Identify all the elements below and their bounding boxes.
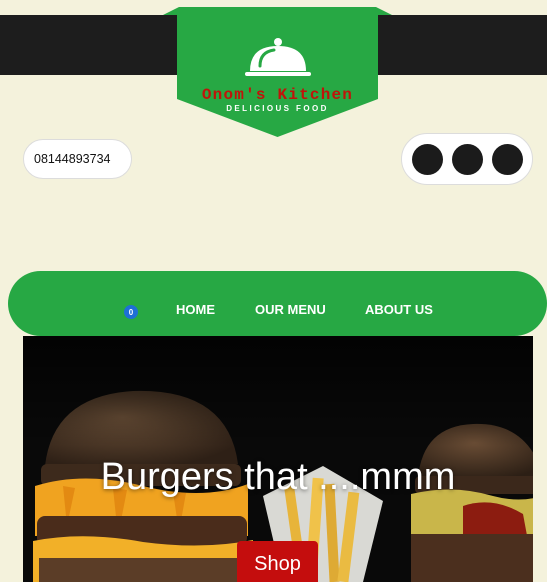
cloche-icon (245, 38, 311, 76)
brand-tagline: DELICIOUS FOOD (226, 104, 329, 113)
brand-logo[interactable]: Onom's Kitchen DELICIOUS FOOD (163, 7, 392, 137)
social-icon-2[interactable] (452, 144, 483, 175)
nav-about-us[interactable]: ABOUT US (365, 302, 433, 317)
cart-count-badge[interactable]: 0 (124, 305, 138, 319)
nav-our-menu[interactable]: OUR MENU (255, 302, 326, 317)
phone-number[interactable]: 08144893734 (23, 139, 132, 179)
nav-home[interactable]: HOME (176, 302, 215, 317)
brand-name: Onom's Kitchen (201, 86, 354, 104)
hero-banner: Burgers that ....mmm Shop (23, 336, 533, 582)
social-icon-1[interactable] (412, 144, 443, 175)
social-links (401, 133, 533, 185)
phone-text: 08144893734 (34, 152, 111, 166)
shop-button[interactable]: Shop (237, 541, 318, 582)
hero-heading: Burgers that ....mmm (100, 456, 456, 498)
social-icon-3[interactable] (492, 144, 523, 175)
main-navigation: 0 HOME OUR MENU ABOUT US (8, 271, 547, 336)
